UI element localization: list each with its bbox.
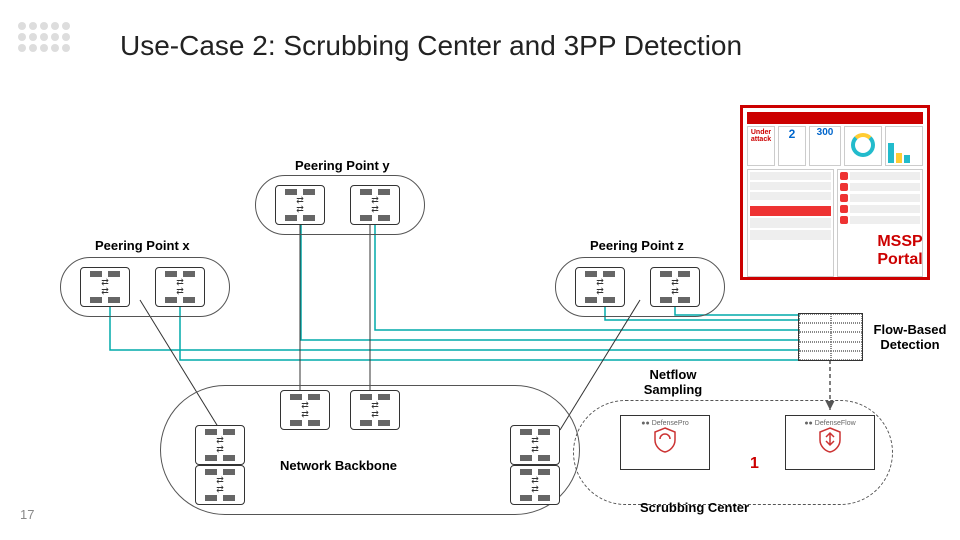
router-icon: ⇄⇄: [155, 267, 205, 307]
router-icon: ⇄⇄: [275, 185, 325, 225]
flow-detection-device-icon: [798, 313, 863, 361]
portal-stat: 2: [778, 126, 806, 166]
page-title: Use-Case 2: Scrubbing Center and 3PP Det…: [120, 30, 742, 62]
label-mssp-portal: MSSP Portal: [865, 233, 935, 269]
defensepro-label: DefensePro: [652, 420, 689, 427]
label-pp-x: Peering Point x: [95, 238, 190, 253]
router-icon: ⇄⇄: [280, 390, 330, 430]
router-icon: ⇄⇄: [510, 425, 560, 465]
defensepro-box: ●●DefensePro: [620, 415, 710, 470]
router-icon: ⇄⇄: [650, 267, 700, 307]
router-icon: ⇄⇄: [350, 185, 400, 225]
page-number: 17: [20, 507, 34, 522]
label-scrubbing: Scrubbing Center: [640, 500, 749, 515]
shield-icon: [653, 427, 677, 453]
router-icon: ⇄⇄: [510, 465, 560, 505]
portal-header: Under attack: [750, 129, 772, 143]
defenseflow-label: DefenseFlow: [815, 420, 856, 427]
label-pp-z: Peering Point z: [590, 238, 684, 253]
label-flow-detection: Flow-Based Detection: [870, 322, 950, 352]
label-netflow: Netflow Sampling: [638, 367, 708, 397]
router-icon: ⇄⇄: [350, 390, 400, 430]
router-icon: ⇄⇄: [195, 425, 245, 465]
shield-icon: [818, 427, 842, 453]
router-icon: ⇄⇄: [80, 267, 130, 307]
label-pp-y: Peering Point y: [295, 158, 390, 173]
label-one: 1: [750, 455, 759, 473]
defenseflow-box: ●●DefenseFlow: [785, 415, 875, 470]
label-backbone: Network Backbone: [280, 458, 397, 473]
corner-dots: [18, 22, 70, 52]
portal-stat: 300: [809, 126, 841, 166]
router-icon: ⇄⇄: [195, 465, 245, 505]
router-icon: ⇄⇄: [575, 267, 625, 307]
